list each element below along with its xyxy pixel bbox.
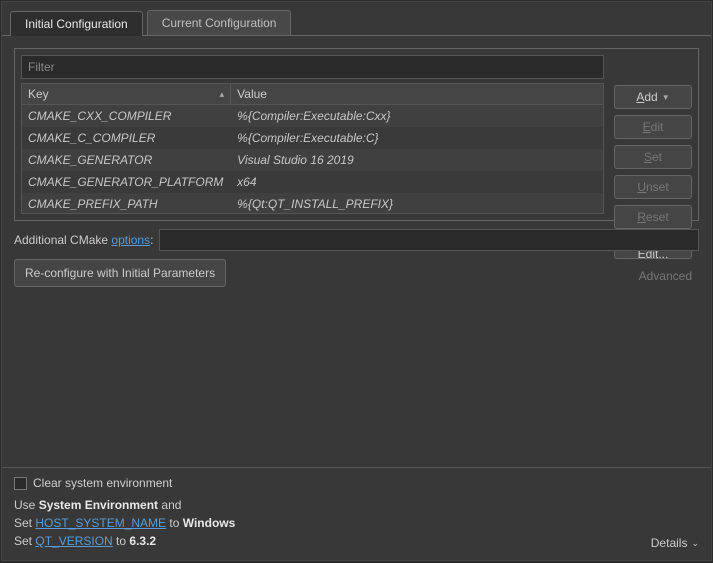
- clear-env-checkbox[interactable]: [14, 477, 27, 490]
- cell-value: %{Compiler:Executable:C}: [231, 131, 603, 145]
- cell-value: %{Compiler:Executable:Cxx}: [231, 109, 603, 123]
- cell-key: CMAKE_C_COMPILER: [22, 131, 231, 145]
- reset-button[interactable]: Reset: [614, 205, 692, 229]
- cell-value: %{Qt:QT_INSTALL_PREFIX}: [231, 197, 603, 211]
- cell-key: CMAKE_PREFIX_PATH: [22, 197, 231, 211]
- host-system-name-link[interactable]: HOST_SYSTEM_NAME: [35, 516, 166, 530]
- reconfigure-button[interactable]: Re-configure with Initial Parameters: [14, 259, 226, 287]
- table-row[interactable]: CMAKE_C_COMPILER%{Compiler:Executable:C}: [22, 127, 603, 149]
- qt-version-link[interactable]: QT_VERSION: [35, 534, 112, 548]
- table-row[interactable]: CMAKE_CXX_COMPILER%{Compiler:Executable:…: [22, 105, 603, 127]
- options-link[interactable]: options: [111, 233, 150, 247]
- filter-input[interactable]: [21, 55, 604, 79]
- column-header-value[interactable]: Value: [231, 84, 603, 104]
- table-row[interactable]: CMAKE_GENERATORVisual Studio 16 2019: [22, 149, 603, 171]
- config-box: Key ▴ Value CMAKE_CXX_COMPILER%{Compiler…: [14, 48, 699, 221]
- sort-asc-icon: ▴: [220, 89, 225, 100]
- clear-env-label: Clear system environment: [33, 476, 172, 490]
- details-button[interactable]: Details ⌄: [651, 536, 699, 550]
- cell-key: CMAKE_GENERATOR_PLATFORM: [22, 175, 231, 189]
- table-row[interactable]: CMAKE_PREFIX_PATH%{Qt:QT_INSTALL_PREFIX}: [22, 193, 603, 213]
- divider: [2, 467, 711, 468]
- chevron-down-icon: ⌄: [691, 538, 699, 549]
- table-row[interactable]: CMAKE_GENERATOR_PLATFORMx64: [22, 171, 603, 193]
- additional-options-label: Additional CMake options:: [14, 233, 153, 247]
- cell-key: CMAKE_GENERATOR: [22, 153, 231, 167]
- tab-current-configuration[interactable]: Current Configuration: [147, 10, 292, 35]
- unset-button[interactable]: Unset: [614, 175, 692, 199]
- tab-initial-configuration[interactable]: Initial Configuration: [10, 11, 143, 36]
- add-button[interactable]: Add ▼: [614, 85, 692, 109]
- additional-options-input[interactable]: [159, 229, 699, 251]
- advanced-label[interactable]: Advanced: [614, 269, 692, 283]
- environment-summary: Use System Environment and Set HOST_SYST…: [14, 496, 235, 550]
- cell-value: Visual Studio 16 2019: [231, 153, 603, 167]
- set-button[interactable]: Set: [614, 145, 692, 169]
- cell-value: x64: [231, 175, 603, 189]
- cell-key: CMAKE_CXX_COMPILER: [22, 109, 231, 123]
- edit-button[interactable]: Edit: [614, 115, 692, 139]
- chevron-down-icon: ▼: [662, 93, 670, 102]
- column-header-key[interactable]: Key ▴: [22, 84, 231, 104]
- config-table: Key ▴ Value CMAKE_CXX_COMPILER%{Compiler…: [21, 83, 604, 214]
- config-tabs: Initial Configuration Current Configurat…: [2, 2, 711, 36]
